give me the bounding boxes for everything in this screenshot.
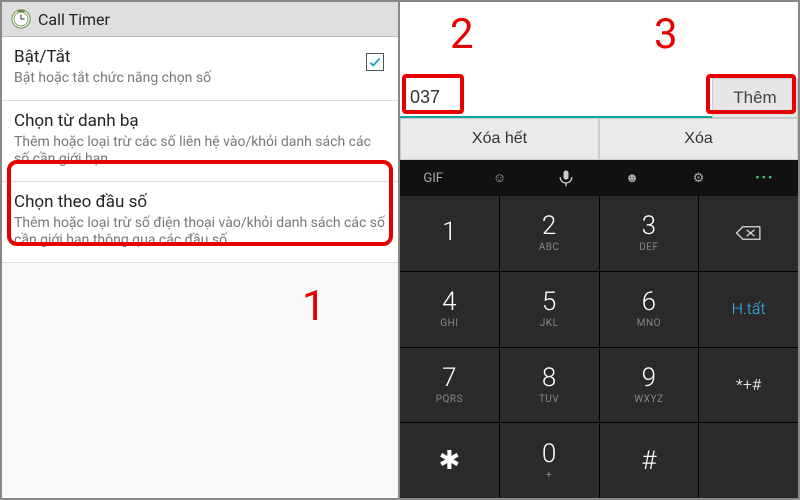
list-item-title: Bật/Tắt [14, 47, 386, 67]
keypad-grid: 1 2ABC 3DEF 4GHI 5JKL 6MNO H.tất 7PQRS 8… [400, 196, 798, 498]
clear-row: Xóa hết Xóa [400, 118, 798, 160]
list-item-prefix[interactable]: Chọn theo đầu số Thêm hoặc loại trừ số đ… [2, 182, 398, 263]
keyboard-toolbar: GIF ☺ ☻ ⚙ ••• [400, 160, 798, 196]
key-8[interactable]: 8TUV [500, 348, 599, 423]
key-7[interactable]: 7PQRS [400, 348, 499, 423]
annotation-number-3: 3 [654, 10, 678, 59]
right-panel: 2 3 Thêm Xóa hết Xóa GIF ☺ ☻ ⚙ ••• 1 2AB… [400, 2, 798, 498]
list-item-title: Chọn từ danh bạ [14, 111, 386, 131]
key-empty [699, 423, 798, 498]
emoji-icon[interactable]: ☻ [622, 168, 642, 188]
prefix-input[interactable] [400, 78, 712, 118]
app-title: Call Timer [38, 10, 110, 29]
key-hash[interactable]: # [600, 423, 699, 498]
key-0[interactable]: 0+ [500, 423, 599, 498]
list-item-sub: Bật hoặc tắt chức năng chọn số [14, 70, 386, 88]
list-item-sub: Thêm hoặc loại trừ số điện thoại vào/khỏ… [14, 215, 386, 250]
sticker-icon[interactable]: ☺ [489, 168, 509, 188]
mic-icon[interactable] [556, 168, 576, 188]
key-backspace[interactable] [699, 196, 798, 271]
settings-list: Bật/Tắt Bật hoặc tắt chức năng chọn số C… [2, 37, 398, 263]
add-button[interactable]: Thêm [712, 78, 798, 118]
key-4[interactable]: 4GHI [400, 272, 499, 347]
key-star[interactable]: ✱ [400, 423, 499, 498]
gif-icon[interactable]: GIF [423, 168, 443, 188]
key-6[interactable]: 6MNO [600, 272, 699, 347]
clear-all-button[interactable]: Xóa hết [400, 118, 599, 160]
key-2[interactable]: 2ABC [500, 196, 599, 271]
left-panel: Call Timer Bật/Tắt Bật hoặc tắt chức năn… [2, 2, 400, 498]
list-item-toggle[interactable]: Bật/Tắt Bật hoặc tắt chức năng chọn số [2, 37, 398, 101]
gear-icon[interactable]: ⚙ [688, 168, 708, 188]
key-3[interactable]: 3DEF [600, 196, 699, 271]
app-header: Call Timer [2, 2, 398, 37]
app-icon [10, 8, 32, 30]
list-item-contacts[interactable]: Chọn từ danh bạ Thêm hoặc loại trừ các s… [2, 101, 398, 182]
more-icon[interactable]: ••• [755, 168, 775, 188]
key-1[interactable]: 1 [400, 196, 499, 271]
annotation-number-1: 1 [302, 282, 326, 331]
toggle-checkbox[interactable] [366, 53, 384, 71]
prefix-input-row: Thêm [400, 78, 798, 118]
key-9[interactable]: 9WXYZ [600, 348, 699, 423]
keyboard: GIF ☺ ☻ ⚙ ••• 1 2ABC 3DEF 4GHI 5JKL 6MNO… [400, 160, 798, 498]
list-item-title: Chọn theo đầu số [14, 192, 386, 212]
annotation-number-2: 2 [450, 10, 474, 59]
key-symbols[interactable]: *+# [699, 348, 798, 423]
clear-button[interactable]: Xóa [599, 118, 798, 160]
list-item-sub: Thêm hoặc loại trừ các số liên hệ vào/kh… [14, 134, 386, 169]
key-done[interactable]: H.tất [699, 272, 798, 347]
key-5[interactable]: 5JKL [500, 272, 599, 347]
top-spacer: 2 3 [400, 2, 798, 78]
